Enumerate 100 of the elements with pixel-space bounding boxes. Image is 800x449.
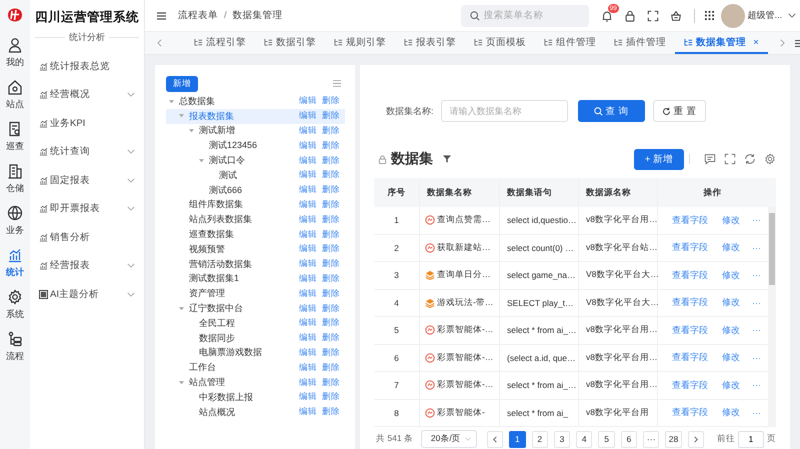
add-button[interactable]: 新增 [166, 76, 198, 92]
edit-link[interactable]: 修改 [722, 268, 740, 282]
fullscreen-icon[interactable] [646, 10, 659, 22]
delete-link[interactable]: 删除 [322, 124, 340, 137]
more-link[interactable]: ··· [752, 215, 761, 226]
caret-icon[interactable] [179, 306, 184, 310]
scrollbar[interactable] [768, 207, 776, 427]
page-button[interactable]: 2 [532, 430, 548, 448]
page-button[interactable]: 1 [509, 430, 526, 448]
page-size-select[interactable]: 20条/页 [420, 430, 477, 448]
view-fields-link[interactable]: 查看字段 [672, 378, 708, 392]
sidebar-menu-item[interactable]: 统计查询 [35, 138, 139, 166]
delete-link[interactable]: 删除 [322, 391, 340, 404]
page-button[interactable]: 28 [665, 430, 682, 448]
caret-icon[interactable] [179, 380, 184, 384]
page-button[interactable]: 4 [576, 430, 592, 448]
rail-nav-item[interactable]: 业务 [6, 205, 24, 247]
more-link[interactable]: ··· [752, 352, 761, 363]
page-tab[interactable]: 规则引擎 [325, 32, 395, 54]
edit-link[interactable]: 编辑 [299, 228, 317, 241]
refresh-icon[interactable] [744, 153, 756, 165]
goto-page-input[interactable]: 1 [738, 430, 764, 448]
tree-node[interactable]: 站点列表数据集 编辑 删除 [166, 212, 345, 228]
page-tab[interactable]: 数据引擎 [255, 32, 325, 54]
delete-link[interactable]: 删除 [322, 406, 340, 418]
view-fields-link[interactable]: 查看字段 [672, 296, 708, 310]
tree-node[interactable]: 组件库数据集 编辑 删除 [166, 198, 345, 212]
sidebar-menu-item[interactable]: 业务KPI [35, 109, 139, 138]
edit-link[interactable]: 编辑 [299, 184, 317, 196]
sidebar-menu-item[interactable]: 销售分析 [35, 223, 139, 252]
view-fields-link[interactable]: 查看字段 [672, 406, 708, 420]
tree-node[interactable]: 测试数据集1 编辑 删除 [166, 272, 345, 286]
edit-link[interactable]: 编辑 [299, 258, 317, 270]
breadcrumb-item[interactable]: 流程表单 [178, 9, 218, 22]
delete-link[interactable]: 删除 [322, 332, 340, 344]
tree-node[interactable]: 报表数据集 编辑 删除 [166, 108, 345, 124]
sidebar-menu-item[interactable]: AI主题分析 [35, 280, 139, 308]
sidebar-menu-item[interactable]: 经营报表 [35, 252, 139, 280]
tree-node[interactable]: 测试123456 编辑 删除 [166, 138, 345, 154]
page-button[interactable]: 5 [598, 430, 615, 448]
delete-link[interactable]: 删除 [322, 228, 340, 241]
delete-link[interactable]: 删除 [322, 154, 340, 167]
dataset-name-input[interactable]: 请输入数据集名称 [440, 100, 568, 122]
edit-link[interactable]: 编辑 [299, 95, 317, 108]
page-tab[interactable]: 插件管理 [605, 32, 675, 54]
reset-button[interactable]: 重 置 [652, 100, 706, 122]
list-icon[interactable] [333, 80, 341, 87]
edit-link[interactable]: 编辑 [299, 198, 317, 211]
more-link[interactable]: ··· [752, 270, 761, 280]
delete-link[interactable]: 删除 [322, 95, 340, 108]
menu-search-field[interactable]: 搜索菜单名称 [460, 4, 589, 26]
view-fields-link[interactable]: 查看字段 [672, 268, 708, 282]
delete-link[interactable]: 删除 [322, 184, 340, 196]
tree-node[interactable]: 测试口令 编辑 删除 [166, 153, 345, 168]
page-tab[interactable]: 组件管理 [535, 32, 605, 54]
gear-icon[interactable] [764, 153, 776, 165]
edit-link[interactable]: 编辑 [299, 317, 317, 330]
tab-menu-icon[interactable] [795, 38, 800, 48]
tree-node[interactable]: 站点概况 编辑 删除 [166, 404, 345, 420]
rail-nav-item[interactable]: 站点 [6, 79, 24, 121]
tree-node[interactable]: 营销活动数据集 编辑 删除 [166, 256, 345, 272]
delete-link[interactable]: 删除 [322, 288, 340, 300]
delete-link[interactable]: 删除 [322, 376, 340, 389]
delete-link[interactable]: 删除 [322, 362, 340, 374]
tree-node[interactable]: 辽宁数据中台 编辑 删除 [166, 301, 345, 316]
fullscreen-icon[interactable] [724, 153, 736, 165]
delete-link[interactable]: 删除 [322, 272, 340, 285]
close-icon[interactable] [753, 39, 759, 45]
edit-link[interactable]: 编辑 [299, 272, 317, 285]
edit-link[interactable]: 修改 [722, 241, 740, 254]
delete-link[interactable]: 删除 [322, 198, 340, 211]
basket-icon[interactable] [670, 10, 682, 22]
tree-node[interactable]: 全民工程 编辑 删除 [166, 316, 345, 331]
edit-link[interactable]: 编辑 [299, 302, 317, 315]
edit-link[interactable]: 编辑 [299, 154, 317, 167]
more-link[interactable]: ··· [752, 325, 761, 336]
rail-nav-item[interactable]: 统计 [6, 247, 24, 289]
more-link[interactable]: ··· [752, 298, 761, 308]
user-name[interactable]: 超级管... [748, 9, 782, 22]
edit-link[interactable]: 编辑 [299, 110, 317, 122]
edit-link[interactable]: 编辑 [299, 124, 317, 137]
view-fields-link[interactable]: 查看字段 [672, 351, 708, 364]
tree-node[interactable]: 工作台 编辑 删除 [166, 360, 345, 376]
rail-nav-item[interactable]: 巡查 [6, 121, 24, 163]
rail-nav-item[interactable]: 流程 [6, 331, 24, 373]
edit-link[interactable]: 编辑 [299, 332, 317, 344]
edit-link[interactable]: 修改 [722, 324, 740, 337]
app-grid-icon[interactable] [704, 11, 714, 20]
tree-node[interactable]: 站点管理 编辑 删除 [166, 375, 345, 390]
edit-link[interactable]: 编辑 [299, 391, 317, 404]
delete-link[interactable]: 删除 [322, 243, 340, 256]
tree-node[interactable]: 数据同步 编辑 删除 [166, 330, 345, 346]
lock-icon[interactable] [624, 10, 636, 22]
edit-link[interactable]: 编辑 [299, 243, 317, 256]
view-fields-link[interactable]: 查看字段 [672, 241, 708, 254]
page-button[interactable]: 3 [554, 430, 570, 448]
edit-link[interactable]: 修改 [722, 296, 740, 310]
page-button[interactable]: 6 [620, 430, 638, 448]
delete-link[interactable]: 删除 [322, 214, 340, 226]
sidebar-menu-item[interactable]: 固定报表 [35, 166, 139, 194]
